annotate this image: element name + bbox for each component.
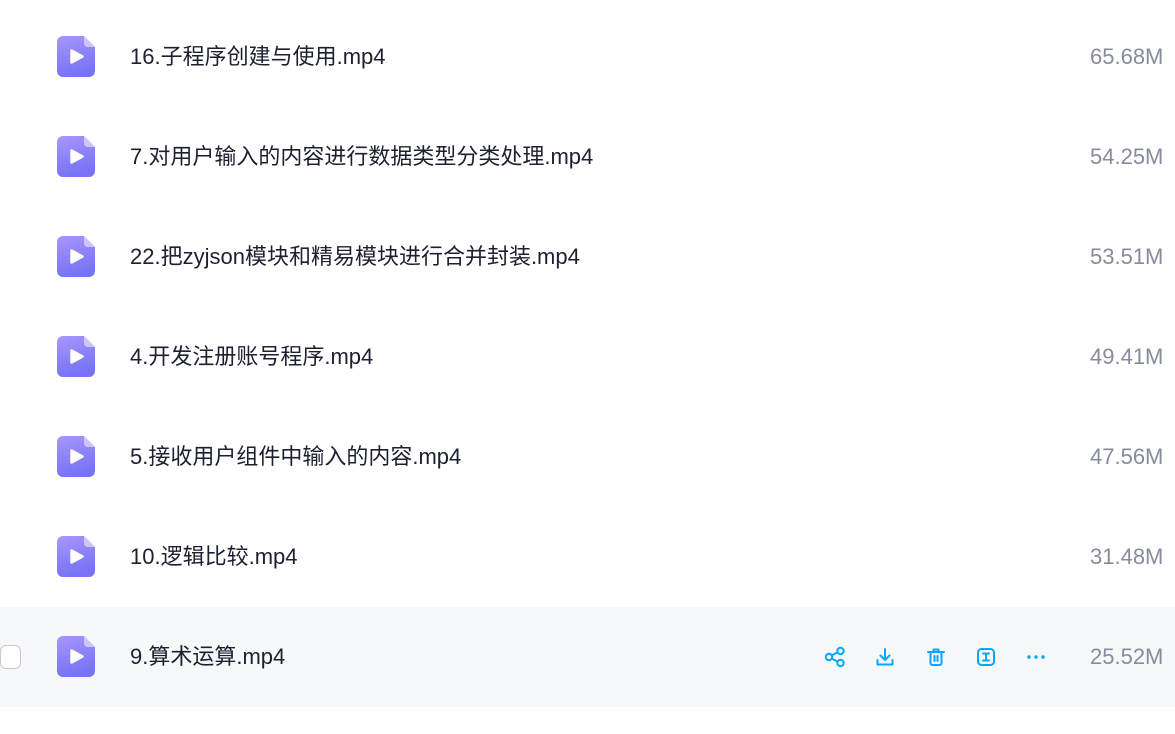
file-size: 31.48M	[1090, 544, 1164, 569]
file-row[interactable]: 16.子程序创建与使用.mp4 65.68M	[0, 7, 1175, 107]
download-icon[interactable]	[874, 646, 896, 668]
file-row[interactable]: 22.把zyjson模块和精易模块进行合并封装.mp4 53.51M	[0, 207, 1175, 307]
video-file-icon	[57, 136, 95, 177]
file-size: 65.68M	[1090, 44, 1164, 69]
select-checkbox[interactable]	[0, 645, 21, 669]
video-file-icon	[57, 236, 95, 277]
file-list: 16.子程序创建与使用.mp4 65.68M 7.对用户输入的内容进行数据类型分…	[0, 7, 1175, 707]
file-row[interactable]: 5.接收用户组件中输入的内容.mp4 47.56M	[0, 407, 1175, 507]
file-size: 47.56M	[1090, 444, 1164, 469]
file-row[interactable]: 4.开发注册账号程序.mp4 49.41M	[0, 307, 1175, 407]
file-size: 25.52M	[1090, 644, 1164, 669]
file-name[interactable]: 16.子程序创建与使用.mp4	[130, 42, 386, 72]
video-file-icon	[57, 36, 95, 77]
file-name[interactable]: 10.逻辑比较.mp4	[130, 542, 298, 572]
file-row[interactable]: 10.逻辑比较.mp4 31.48M	[0, 507, 1175, 607]
row-actions	[824, 646, 1049, 668]
file-name[interactable]: 9.算术运算.mp4	[130, 642, 285, 672]
file-name[interactable]: 5.接收用户组件中输入的内容.mp4	[130, 442, 461, 472]
file-name[interactable]: 4.开发注册账号程序.mp4	[130, 342, 373, 372]
file-name[interactable]: 7.对用户输入的内容进行数据类型分类处理.mp4	[130, 142, 593, 172]
delete-icon[interactable]	[925, 646, 947, 668]
file-row[interactable]: 7.对用户输入的内容进行数据类型分类处理.mp4 54.25M	[0, 107, 1175, 207]
video-file-icon	[57, 536, 95, 577]
video-file-icon	[57, 636, 95, 677]
file-row-hovered[interactable]: 9.算术运算.mp4 25.52M	[0, 607, 1175, 707]
file-size: 53.51M	[1090, 244, 1164, 269]
more-icon[interactable]	[1025, 646, 1047, 668]
video-file-icon	[57, 336, 95, 377]
share-icon[interactable]	[824, 646, 846, 668]
file-size: 54.25M	[1090, 144, 1164, 169]
video-file-icon	[57, 436, 95, 477]
file-size: 49.41M	[1090, 344, 1164, 369]
rename-icon[interactable]	[975, 646, 997, 668]
file-name[interactable]: 22.把zyjson模块和精易模块进行合并封装.mp4	[130, 242, 580, 272]
